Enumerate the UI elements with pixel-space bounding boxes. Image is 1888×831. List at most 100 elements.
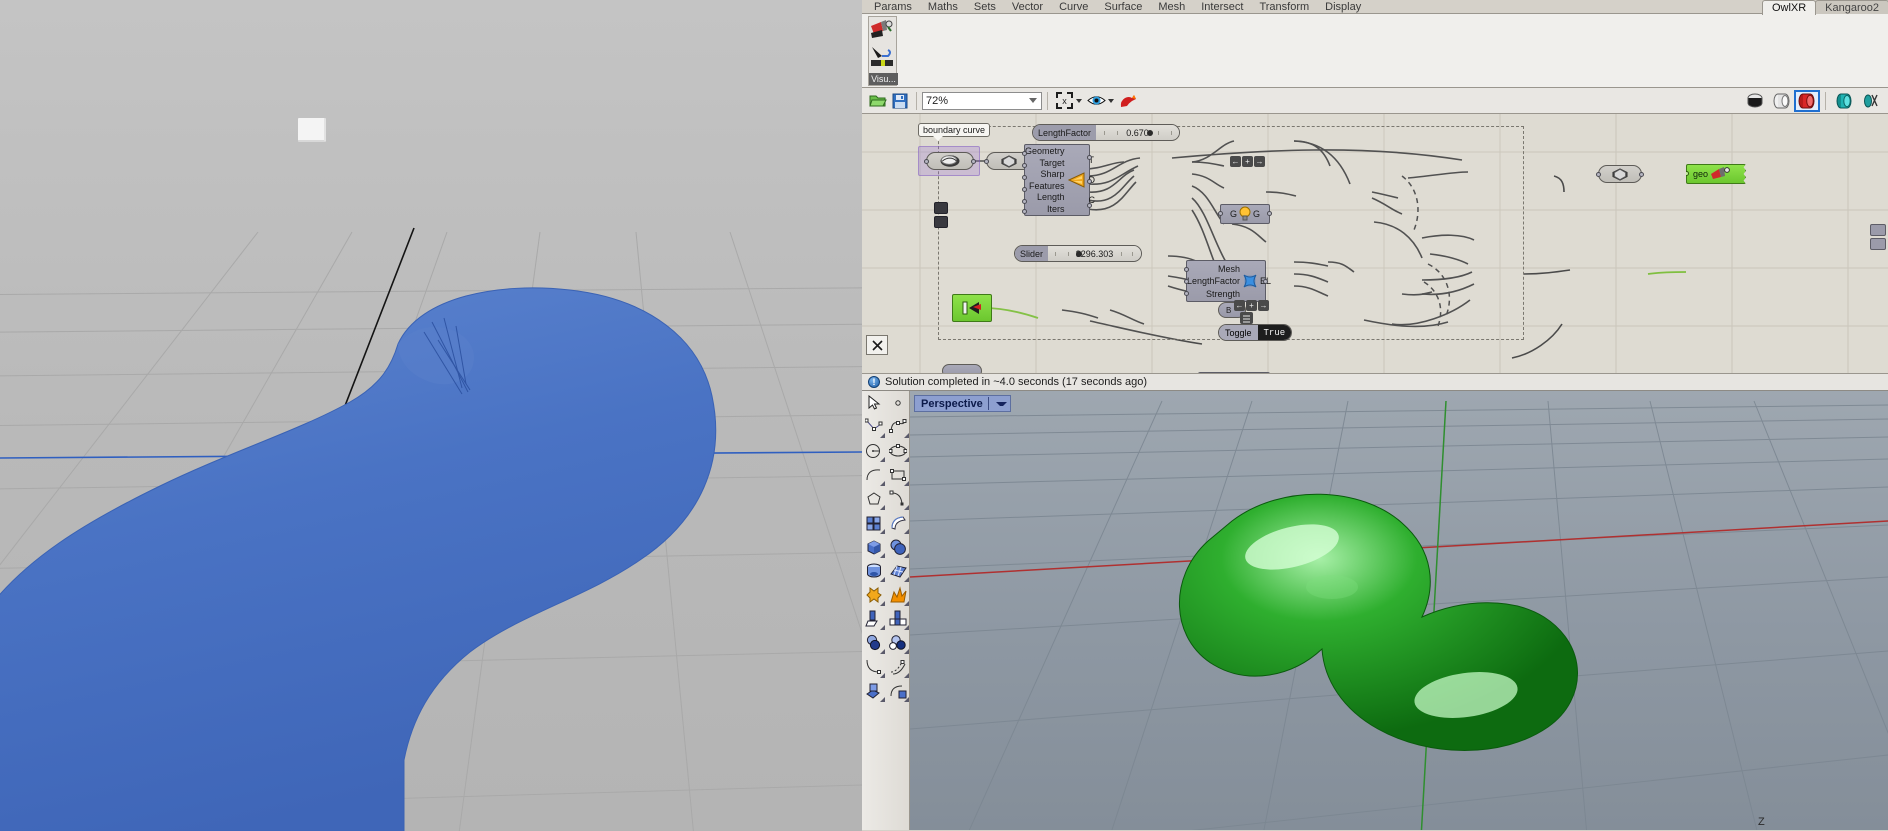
planar-srf-icon[interactable]: [886, 679, 910, 703]
ellipse-icon[interactable]: [886, 439, 910, 463]
solid-difference-icon[interactable]: [886, 631, 910, 655]
menu-item-display[interactable]: Display: [1317, 1, 1369, 14]
relay-next-button[interactable]: →: [1258, 300, 1269, 311]
polygon-icon[interactable]: [862, 487, 886, 511]
viewport-dropdown[interactable]: [987, 397, 1007, 410]
menu-item-curve[interactable]: Curve: [1051, 1, 1096, 14]
port-out[interactable]: [1639, 172, 1644, 177]
owl-visualize-icon[interactable]: [868, 17, 897, 43]
mesh-param-node-2[interactable]: [1596, 165, 1644, 183]
cylinder-icon[interactable]: [862, 559, 886, 583]
slider-generic-track[interactable]: 8296.303: [1048, 246, 1141, 261]
menu-item-mesh[interactable]: Mesh: [1150, 1, 1193, 14]
port-out-c[interactable]: [1087, 203, 1092, 208]
boolean-union-icon[interactable]: [862, 583, 886, 607]
port-in[interactable]: [984, 159, 989, 164]
toggle-value[interactable]: True: [1257, 325, 1292, 340]
slider-lengthfactor-track[interactable]: 0.670: [1096, 125, 1179, 140]
component-edge-lengths[interactable]: Mesh LengthFactor Strength EL: [1184, 260, 1271, 302]
zoom-extents-dropdown-icon[interactable]: [1076, 98, 1082, 103]
menu-item-vector[interactable]: Vector: [1004, 1, 1051, 14]
canvas-close-widget[interactable]: [866, 335, 888, 355]
menu-item-intersect[interactable]: Intersect: [1193, 1, 1251, 14]
port-in[interactable]: [924, 159, 929, 164]
relay-prev-button[interactable]: ←: [1234, 300, 1245, 311]
open-file-button[interactable]: [867, 90, 889, 112]
surface-from-curves-icon[interactable]: [862, 511, 886, 535]
port-out-t[interactable]: [1087, 155, 1092, 160]
partial-node-bottom[interactable]: [942, 364, 982, 373]
port-strength[interactable]: [1184, 291, 1189, 296]
slider-generic[interactable]: Slider 8296.303: [1014, 245, 1142, 262]
shade-mode-ghosted[interactable]: [1768, 90, 1794, 112]
explode-icon[interactable]: [886, 583, 910, 607]
port-out-el[interactable]: [1263, 279, 1268, 284]
curve-param-node[interactable]: [924, 152, 976, 170]
toggle-node[interactable]: Toggle True: [1218, 324, 1293, 341]
nav-next-button[interactable]: →: [1254, 156, 1265, 167]
zoom-level-combobox[interactable]: 72%: [922, 91, 1042, 110]
canvas-nav-buttons[interactable]: ← + →: [1230, 156, 1265, 167]
port-out-d[interactable]: [1087, 179, 1092, 184]
solid-union-icon[interactable]: [862, 631, 886, 655]
select-arrow-icon[interactable]: [862, 391, 886, 415]
nav-prev-button[interactable]: ←: [1230, 156, 1241, 167]
relay-menu-chip[interactable]: [1240, 312, 1253, 324]
shade-mode-wireframe[interactable]: [1742, 90, 1768, 112]
rhino-tool-palette[interactable]: [862, 391, 910, 830]
grasshopper-canvas[interactable]: boundary curve LengthFactor 0.670 Geomet…: [862, 114, 1888, 373]
owl-node-geo[interactable]: geo: [1686, 164, 1746, 184]
menu-item-sets[interactable]: Sets: [966, 1, 1004, 14]
owl-stream-icon[interactable]: [868, 43, 897, 69]
shade-mode-shaded[interactable]: [1794, 89, 1820, 112]
extrude-icon[interactable]: [862, 679, 886, 703]
surface-grid-icon[interactable]: [886, 559, 910, 583]
component-geometry-pipe[interactable]: G G: [1218, 204, 1272, 224]
slider-lengthfactor-knob[interactable]: [1147, 130, 1154, 136]
relay-nav-buttons[interactable]: ← + →: [1234, 300, 1269, 311]
slider-generic-knob[interactable]: [1075, 251, 1082, 257]
menu-item-surface[interactable]: Surface: [1096, 1, 1150, 14]
surface-sweep-icon[interactable]: [886, 511, 910, 535]
port-out-g[interactable]: [1267, 211, 1272, 216]
preview-toggle-button[interactable]: [1085, 90, 1107, 112]
split-icon[interactable]: [886, 607, 910, 631]
menu-item-transform[interactable]: Transform: [1251, 1, 1317, 14]
save-file-button[interactable]: [889, 90, 911, 112]
box-icon[interactable]: [862, 535, 886, 559]
rhino-lower-viewport[interactable]: Z Perspective: [862, 391, 1888, 830]
fillet-icon[interactable]: [862, 655, 886, 679]
component-mesh-settings[interactable]: Geometry Target Sharp Features Length It…: [1022, 144, 1095, 216]
port-features[interactable]: [1022, 187, 1027, 192]
viewport-title-tab[interactable]: Perspective: [914, 395, 1011, 412]
tab-kangaroo2[interactable]: Kangaroo2: [1815, 0, 1888, 15]
rhino-white-block[interactable]: [298, 118, 326, 142]
rhino-main-viewport[interactable]: [0, 0, 862, 831]
offset-curve-icon[interactable]: [886, 655, 910, 679]
port-in-g[interactable]: [1218, 211, 1223, 216]
sphere-icon[interactable]: [886, 535, 910, 559]
port-out[interactable]: [971, 159, 976, 164]
param-chip-r1[interactable]: [1870, 224, 1886, 236]
owl-node-left[interactable]: [952, 294, 992, 322]
nav-add-button[interactable]: +: [1242, 156, 1253, 167]
port-target[interactable]: [1022, 163, 1027, 168]
tab-owlxr[interactable]: OwlXR: [1761, 0, 1817, 15]
port-sharp[interactable]: [1022, 175, 1027, 180]
polyline-icon[interactable]: [862, 415, 886, 439]
slider-lengthfactor[interactable]: LengthFactor 0.670: [1032, 124, 1180, 141]
param-chip-2[interactable]: [934, 216, 948, 228]
trim-icon[interactable]: [862, 607, 886, 631]
port-geometry[interactable]: [1022, 151, 1027, 156]
port-length[interactable]: [1022, 199, 1027, 204]
preview-dropdown-icon[interactable]: [1108, 98, 1114, 103]
port-mesh[interactable]: [1184, 267, 1189, 272]
shade-mode-render[interactable]: [1831, 90, 1857, 112]
port-iters[interactable]: [1022, 209, 1027, 214]
shade-mode-custom[interactable]: [1857, 90, 1883, 112]
zoom-extents-button[interactable]: x: [1053, 90, 1075, 112]
param-stack-left[interactable]: [934, 202, 948, 228]
curve-interpolate-icon[interactable]: [886, 415, 910, 439]
menu-item-maths[interactable]: Maths: [920, 1, 966, 14]
param-chip-r2[interactable]: [1870, 238, 1886, 250]
